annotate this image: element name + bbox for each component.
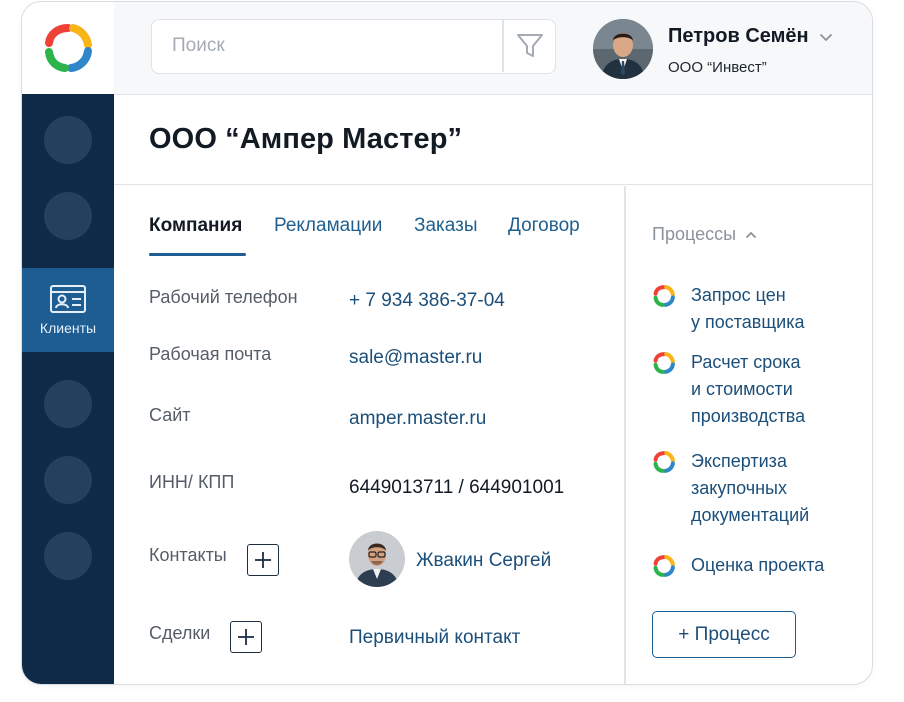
process-item[interactable]: Экспертиза закупочных документаций	[652, 448, 852, 532]
process-logo-icon	[653, 285, 675, 307]
search-input[interactable]	[152, 20, 502, 72]
sidebar: Клиенты	[22, 94, 114, 684]
column-divider	[624, 186, 626, 684]
processes-header: Процессы	[652, 224, 737, 244]
tab-complaints[interactable]: Рекламации	[274, 215, 382, 237]
company-header: ООО “Ампер Мастер”	[114, 95, 872, 185]
process-label: Экспертиза закупочных документаций	[691, 448, 861, 529]
sidebar-item-label: Клиенты	[39, 320, 97, 336]
chevron-up-icon	[746, 231, 756, 238]
contact-name[interactable]: Жвакин Сергей	[416, 550, 551, 572]
plus-icon	[238, 629, 254, 645]
process-label-line: производства	[691, 406, 806, 426]
add-deal-button[interactable]	[230, 621, 262, 653]
process-label: Расчет срока и стоимости производства	[691, 349, 861, 430]
contacts-label: Контакты	[149, 545, 227, 565]
process-label-line: закупочных	[691, 478, 787, 498]
sidebar-item-placeholder-5[interactable]	[44, 532, 92, 580]
sidebar-item-placeholder-3[interactable]	[44, 380, 92, 428]
phone-label: Рабочий телефон	[149, 287, 298, 307]
app-window: Петров Семён ООО “Инвест” Клиенты	[21, 1, 873, 685]
process-label: Запрос цен у поставщика	[691, 282, 861, 336]
process-label-line: у поставщика	[691, 312, 805, 332]
user-menu[interactable]: Петров Семён ООО “Инвест”	[593, 17, 863, 81]
process-item[interactable]: Запрос цен у поставщика	[652, 282, 852, 338]
user-avatar	[593, 19, 653, 79]
chevron-down-icon	[820, 34, 832, 42]
process-label-line: Запрос цен	[691, 285, 786, 305]
site-label: Сайт	[149, 405, 191, 425]
inn-value: 6449013711 / 644901001	[349, 477, 565, 498]
filter-icon	[517, 34, 543, 57]
tab-company[interactable]: Компания	[149, 215, 242, 237]
deals-label: Сделки	[149, 623, 211, 643]
add-process-button[interactable]: + Процесс	[652, 611, 796, 658]
process-item[interactable]: Расчет срока и стоимости производства	[652, 349, 852, 433]
tab-orders[interactable]: Заказы	[414, 215, 478, 237]
id-card-icon	[50, 285, 86, 313]
process-label-line: Экспертиза	[691, 451, 787, 471]
sidebar-item-placeholder-2[interactable]	[44, 192, 92, 240]
deal-stage[interactable]: Первичный контакт	[349, 627, 520, 649]
process-label-line: Расчет срока	[691, 352, 801, 372]
add-contact-button[interactable]	[247, 544, 279, 576]
email-label: Рабочая почта	[149, 344, 272, 364]
process-label-line: Оценка проекта	[691, 555, 825, 575]
processes-toggle[interactable]: Процессы	[652, 224, 757, 245]
sidebar-item-clients[interactable]: Клиенты	[22, 268, 114, 352]
app-logo[interactable]	[22, 2, 114, 94]
search-box	[151, 19, 556, 74]
process-label: Оценка проекта	[691, 552, 861, 579]
process-item[interactable]: Оценка проекта	[652, 552, 852, 582]
site-value[interactable]: amper.master.ru	[349, 408, 486, 430]
filter-button[interactable]	[504, 20, 556, 72]
sidebar-item-placeholder-4[interactable]	[44, 456, 92, 504]
active-tab-indicator	[149, 253, 246, 256]
plus-icon	[255, 552, 271, 568]
user-org: ООО “Инвест”	[668, 59, 767, 76]
phone-value[interactable]: + 7 934 386-37-04	[349, 290, 505, 312]
user-name: Петров Семён	[668, 25, 809, 47]
process-label-line: документаций	[691, 505, 810, 525]
inn-label: ИНН/ КПП	[149, 472, 235, 492]
page-title: ООО “Ампер Мастер”	[149, 123, 463, 155]
logo-icon	[45, 24, 92, 72]
contact-avatar[interactable]	[349, 531, 405, 587]
process-logo-icon	[653, 451, 675, 473]
sidebar-item-placeholder-1[interactable]	[44, 116, 92, 164]
process-label-line: и стоимости	[691, 379, 793, 399]
process-logo-icon	[653, 352, 675, 374]
top-bar: Петров Семён ООО “Инвест”	[114, 2, 872, 95]
process-logo-icon	[653, 555, 675, 577]
tab-contract[interactable]: Договор	[508, 215, 580, 237]
email-value[interactable]: sale@master.ru	[349, 347, 482, 369]
